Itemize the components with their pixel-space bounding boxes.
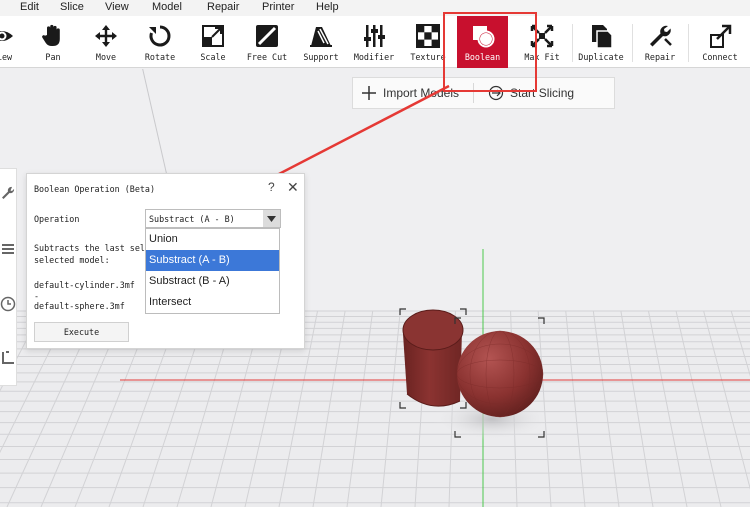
tool-label: Support — [303, 52, 339, 62]
description-line: selected model: — [34, 255, 110, 265]
action-bar: Import Models Start Slicing — [352, 77, 615, 109]
toolbar-separator — [632, 24, 633, 62]
tool-label: Max Fit — [524, 52, 560, 62]
tool-free-cut[interactable]: Free Cut — [244, 16, 290, 68]
description-line: Subtracts the last sel — [34, 243, 145, 253]
tool-label: Texture — [410, 52, 446, 62]
cut-icon — [254, 23, 280, 49]
tool-label: Repair — [644, 52, 676, 62]
menu-bar: Edit Slice View Model Repair Printer Hel… — [0, 0, 750, 16]
action-bar-divider — [473, 83, 475, 103]
scale-icon — [200, 23, 226, 49]
plus-icon — [361, 85, 377, 101]
help-button[interactable]: ? — [268, 180, 275, 194]
tool-texture[interactable]: Texture — [406, 16, 450, 68]
duplicate-icon — [588, 23, 614, 49]
start-slicing-label: Start Slicing — [510, 86, 575, 100]
move-arrows-icon — [93, 23, 119, 49]
tool-label: Duplicate — [578, 52, 624, 62]
dropdown-option-substract-b-a[interactable]: Substract (B - A) — [146, 271, 279, 292]
operation-label: Operation — [34, 214, 80, 224]
sliders-icon — [361, 23, 387, 49]
toolbar-separator — [572, 24, 573, 62]
menu-repair[interactable]: Repair — [207, 0, 239, 14]
menu-slice[interactable]: Slice — [60, 0, 84, 14]
hand-icon — [40, 23, 66, 49]
tool-label: Pan — [45, 52, 61, 62]
clock-icon[interactable] — [0, 293, 16, 315]
support-icon — [308, 23, 334, 49]
tool-label: Connect — [702, 52, 738, 62]
model-a-name: default-cylinder.3mf — [34, 280, 135, 290]
tool-label: Modifier — [353, 52, 395, 62]
checker-icon — [415, 23, 441, 49]
tool-max-fit[interactable]: Max Fit — [519, 16, 565, 68]
menu-model[interactable]: Model — [152, 0, 182, 14]
connect-icon — [707, 23, 733, 49]
tool-label: Free Cut — [246, 52, 288, 62]
tool-support[interactable]: Support — [300, 16, 342, 68]
tool-repair[interactable]: Repair — [640, 16, 680, 68]
start-slicing-button[interactable]: Start Slicing — [480, 78, 582, 108]
chevron-down-icon[interactable] — [263, 210, 280, 227]
tool-modifier[interactable]: Modifier — [351, 16, 397, 68]
boolean-shapes-icon — [470, 23, 496, 49]
dropdown-option-union[interactable]: Union — [146, 229, 279, 250]
tool-scale[interactable]: Scale — [194, 16, 232, 68]
tool-duplicate[interactable]: Duplicate — [576, 16, 626, 68]
rotate-icon — [147, 23, 173, 49]
tool-rotate[interactable]: Rotate — [139, 16, 181, 68]
execute-button[interactable]: Execute — [34, 322, 129, 342]
side-panel — [0, 168, 17, 386]
dropdown-option-substract-a-b[interactable]: Substract (A - B) — [146, 250, 279, 271]
eye-icon — [0, 23, 15, 49]
tool-label: Scale — [200, 52, 226, 62]
tool-label: View — [0, 52, 13, 62]
operation-dropdown-list: Union Substract (A - B) Substract (B - A… — [145, 228, 280, 314]
toolbar: View Pan Move Rotate Scale Free Cut — [0, 16, 750, 68]
model-separator: - — [34, 291, 40, 301]
menu-edit[interactable]: Edit — [20, 0, 39, 14]
dropdown-option-intersect[interactable]: Intersect — [146, 292, 279, 313]
dialog-title: Boolean Operation (Beta) — [34, 184, 156, 194]
toolbar-separator — [688, 24, 689, 62]
close-icon[interactable]: ✕ — [287, 179, 299, 196]
tool-connect[interactable]: Connect — [697, 16, 743, 68]
model-b-name: default-sphere.3mf — [34, 301, 125, 311]
menu-help[interactable]: Help — [316, 0, 339, 14]
menu-view[interactable]: View — [105, 0, 129, 14]
wrench-icon[interactable] — [0, 183, 16, 203]
slice-play-icon — [488, 85, 504, 101]
menu-printer[interactable]: Printer — [262, 0, 294, 14]
operation-description: Subtracts the last sel selected model: — [34, 242, 145, 266]
wrench-icon — [647, 23, 673, 49]
list-icon[interactable] — [0, 239, 16, 259]
operation-selected-value: Substract (A - B) — [149, 214, 235, 224]
tool-view[interactable]: View — [0, 16, 22, 68]
import-models-button[interactable]: Import Models — [353, 78, 467, 108]
operation-select[interactable]: Substract (A - B) — [145, 209, 281, 228]
import-models-label: Import Models — [383, 86, 460, 100]
tool-move[interactable]: Move — [86, 16, 126, 68]
tool-label: Rotate — [144, 52, 176, 62]
tool-pan[interactable]: Pan — [33, 16, 73, 68]
max-fit-icon — [529, 23, 555, 49]
tool-boolean[interactable]: Boolean — [457, 16, 508, 68]
tool-label: Boolean — [464, 52, 501, 62]
frame-icon[interactable] — [0, 347, 16, 369]
tool-label: Move — [95, 52, 117, 62]
